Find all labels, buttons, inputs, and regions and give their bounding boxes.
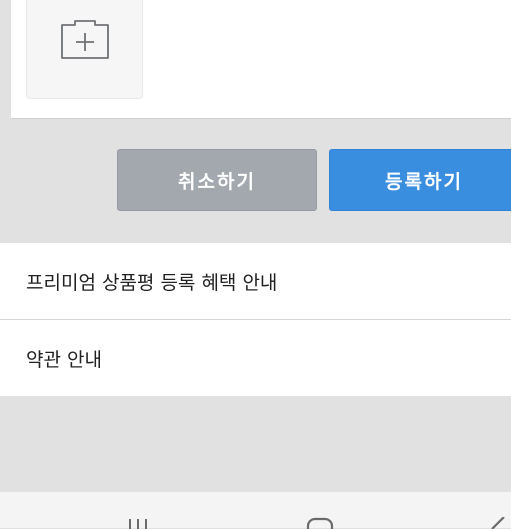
add-photo-button[interactable] xyxy=(26,0,143,99)
cancel-button[interactable]: 취소하기 xyxy=(117,149,317,211)
photo-upload-card xyxy=(11,0,511,119)
system-nav-bar xyxy=(0,492,511,529)
form-actions: 취소하기 등록하기 xyxy=(0,118,511,243)
terms-item[interactable]: 약관 안내 xyxy=(0,319,511,396)
home-icon[interactable] xyxy=(304,517,336,529)
premium-review-benefits-item[interactable]: 프리미엄 상품평 등록 혜택 안내 xyxy=(0,243,511,319)
info-list: 프리미엄 상품평 등록 혜택 안내 약관 안내 xyxy=(0,243,511,396)
back-icon[interactable] xyxy=(480,517,508,529)
submit-button[interactable]: 등록하기 xyxy=(329,149,511,211)
camera-plus-icon xyxy=(61,20,109,59)
recent-apps-icon[interactable] xyxy=(124,517,152,529)
list-item-label: 프리미엄 상품평 등록 혜택 안내 xyxy=(26,271,278,294)
list-item-label: 약관 안내 xyxy=(26,348,102,371)
